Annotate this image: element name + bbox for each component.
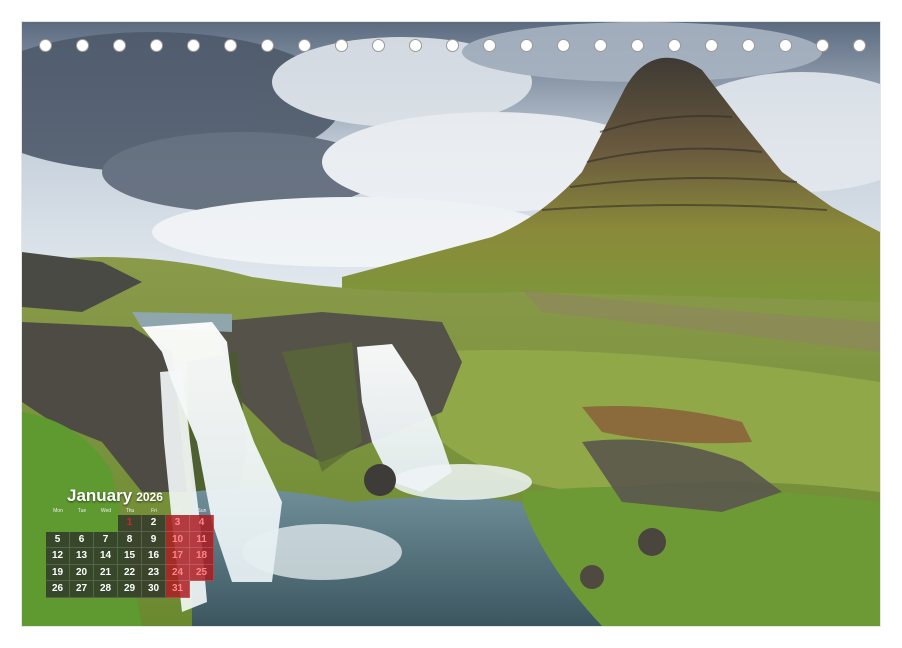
week-row: 1234 [46, 515, 214, 532]
binding-hole [39, 39, 52, 52]
binding-hole [187, 39, 200, 52]
day-cell: 22 [118, 564, 142, 581]
day-cell: 8 [118, 531, 142, 548]
binding-hole [261, 39, 274, 52]
empty-day-cell [190, 581, 214, 598]
binding-holes [22, 34, 880, 56]
day-cell: 24 [166, 564, 190, 581]
day-cell: 25 [190, 564, 214, 581]
spray [392, 464, 532, 500]
day-cell: 10 [166, 531, 190, 548]
binding-hole [668, 39, 681, 52]
day-cell: 1 [118, 515, 142, 532]
day-cell: 28 [94, 581, 118, 598]
binding-hole [779, 39, 792, 52]
binding-hole [853, 39, 866, 52]
day-cell: 31 [166, 581, 190, 598]
binding-hole [594, 39, 607, 52]
day-cell: 9 [142, 531, 166, 548]
day-cell: 30 [142, 581, 166, 598]
year-label: 2026 [136, 490, 163, 504]
day-cell: 5 [46, 531, 70, 548]
weekday-label: Mon [53, 508, 63, 514]
weekday-header-row: Mon Tue Wed Thu Fri Sat Sun [46, 507, 214, 515]
boulder [364, 464, 396, 496]
binding-hole [816, 39, 829, 52]
binding-hole [372, 39, 385, 52]
day-cell: 11 [190, 531, 214, 548]
day-cell: 27 [70, 581, 94, 598]
day-cell: 26 [46, 581, 70, 598]
weeks: 1 2 3 4 5 6 7 8 9 10 11 12 13 14 15 16 17 18 19 20 21 22 23 24 2… [46, 515, 214, 598]
calendar-table: Mon Tue Wed Thu Fri Sat Sun 1 2 3 4 5 6 7 8 9 10 11 12 13 1… [46, 507, 214, 598]
day-cell: 4 [190, 515, 214, 532]
binding-hole [631, 39, 644, 52]
binding-hole [298, 39, 311, 52]
day-cell: 21 [94, 564, 118, 581]
day-cell: 17 [166, 548, 190, 565]
day-cell: 3 [166, 515, 190, 532]
day-cell: 2 [142, 515, 166, 532]
binding-hole [520, 39, 533, 52]
week-row: 12 13 14 15 16 17 18 [46, 548, 214, 565]
calendar-grid: January 2026 Mon Tue Wed Thu Fri Sat Sun 123456… [46, 486, 214, 598]
day-cell: 12 [46, 548, 70, 565]
weekday-label: Sat [174, 508, 182, 514]
day-cell: 23 [142, 564, 166, 581]
weekday-label: Wed [100, 508, 112, 514]
month-heading: January 2026 [67, 486, 214, 506]
day-cell: 18 [190, 548, 214, 565]
weekday-label: Sun [197, 508, 207, 514]
day-cell: 6 [70, 531, 94, 548]
binding-hole [335, 39, 348, 52]
day-cell: 19 [46, 564, 70, 581]
binding-hole [224, 39, 237, 52]
day-cell: 14 [94, 548, 118, 565]
day-cell: 13 [70, 548, 94, 565]
month-name: January [67, 486, 133, 505]
binding-hole [409, 39, 422, 52]
binding-hole [705, 39, 718, 52]
binding-hole [446, 39, 459, 52]
day-cell: 7 [94, 531, 118, 548]
binding-hole [150, 39, 163, 52]
weekday-label: Thu [125, 508, 135, 514]
weekday-label: Tue [77, 508, 87, 514]
week-row: 5 6 7 8 9 10 11 [46, 531, 214, 548]
day-cell: 29 [118, 581, 142, 598]
day-cell: 15 [118, 548, 142, 565]
week-row: 26 27 28 29 30 31 [46, 581, 214, 598]
empty-day-cell [70, 515, 94, 532]
binding-hole [483, 39, 496, 52]
binding-hole [557, 39, 570, 52]
day-cell: 16 [142, 548, 166, 565]
binding-hole [113, 39, 126, 52]
empty-day-cell [94, 515, 118, 532]
empty-day-cell [46, 515, 70, 532]
day-cell: 20 [70, 564, 94, 581]
week-row: 19 20 21 22 23 24 25 [46, 564, 214, 581]
weekday-label: Fri [151, 508, 157, 514]
binding-hole [742, 39, 755, 52]
binding-hole [76, 39, 89, 52]
